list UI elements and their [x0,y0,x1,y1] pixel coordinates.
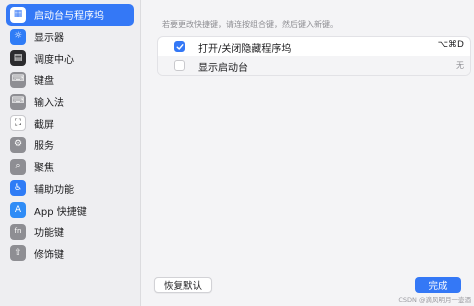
shortcut-keys[interactable]: 无 [456,60,464,71]
sidebar: ▦ 启动台与程序坞 ☼ 显示器 ▤ 调度中心 ⌨ 键盘 ⌨ 输入法 ⛶ 截屏 ⚙ 服务 ⌕ 聚焦 ♿ 辅助功能 A A… [0,0,141,306]
shortcut-row-dock-toggle[interactable]: 打开/关闭隐藏程序坞 ⌥⌘D [158,37,470,56]
sidebar-item[interactable]: A App 快捷键 [6,199,134,221]
sidebar-item-label: 显示器 [34,33,64,45]
sidebar-item-label: 辅助功能 [34,184,74,196]
watermark: CSDN @滴风明月一壶酒 [398,296,471,304]
sidebar-item[interactable]: ⇧ 修饰键 [6,243,134,265]
input-method-icon: ⌨ [10,93,26,110]
sidebar-item[interactable]: ⌨ 输入法 [6,91,134,113]
mission-control-icon: ▤ [10,50,26,67]
checkmark-icon [176,43,183,50]
main-panel: 若要更改快捷键，请连按组合键，然后键入新键。 打开/关闭隐藏程序坞 ⌥⌘D 显示… [142,0,474,306]
sidebar-item-label: 服务 [34,141,54,153]
shortcut-row-launchpad[interactable]: 显示启动台 无 [158,56,470,75]
sidebar-item[interactable]: ⛶ 截屏 [6,112,134,134]
sidebar-item-label: 聚焦 [34,163,54,175]
services-icon: ⚙ [10,136,26,153]
settings-window: ▦ 启动台与程序坞 ☼ 显示器 ▤ 调度中心 ⌨ 键盘 ⌨ 输入法 ⛶ 截屏 ⚙ 服务 ⌕ 聚焦 ♿ 辅助功能 A A… [0,0,474,306]
sidebar-item-label: 修饰键 [34,249,64,261]
done-button[interactable]: 完成 [415,277,461,293]
app-store-icon: A [10,202,26,219]
sidebar-item-label: 截屏 [34,119,54,131]
checkbox-launchpad[interactable] [174,60,185,71]
keyboard-icon: ⌨ [10,71,26,88]
sidebar-list: ▦ 启动台与程序坞 ☼ 显示器 ▤ 调度中心 ⌨ 键盘 ⌨ 输入法 ⛶ 截屏 ⚙ 服务 ⌕ 聚焦 ♿ 辅助功能 A A… [0,4,140,264]
screenshot-icon: ⛶ [10,115,26,132]
accessibility-icon: ♿ [10,180,26,197]
shortcut-keys[interactable]: ⌥⌘D [438,40,464,50]
fn-key-icon: fn [10,223,26,240]
sidebar-item-label: 功能键 [34,228,64,240]
sidebar-item-label: 调度中心 [34,54,74,66]
sidebar-item[interactable]: ▦ 启动台与程序坞 [6,4,134,26]
checkbox-dock-toggle[interactable] [174,41,185,52]
modifier-key-icon: ⇧ [10,245,26,262]
sidebar-item[interactable]: fn 功能键 [6,221,134,243]
sidebar-item[interactable]: ⌨ 键盘 [6,69,134,91]
restore-defaults-button[interactable]: 恢复默认 [154,277,213,293]
spotlight-icon: ⌕ [10,158,26,175]
launchpad-icon: ▦ [10,6,26,23]
display-icon: ☼ [10,28,26,45]
sidebar-item[interactable]: ☼ 显示器 [6,26,134,48]
sidebar-item[interactable]: ▤ 调度中心 [6,47,134,69]
shortcut-list: 打开/关闭隐藏程序坞 ⌥⌘D 显示启动台 无 [157,36,471,76]
shortcut-hint: 若要更改快捷键，请连按组合键，然后键入新键。 [162,20,338,29]
sidebar-item-label: App 快捷键 [34,206,87,218]
sidebar-item-label: 键盘 [34,76,54,88]
shortcut-label: 显示启动台 [198,63,248,74]
sidebar-item[interactable]: ♿ 辅助功能 [6,178,134,200]
sidebar-item-label: 启动台与程序坞 [34,11,104,23]
sidebar-item[interactable]: ⚙ 服务 [6,134,134,156]
shortcut-label: 打开/关闭隐藏程序坞 [198,44,292,55]
sidebar-item-label: 输入法 [34,98,64,110]
sidebar-item[interactable]: ⌕ 聚焦 [6,156,134,178]
